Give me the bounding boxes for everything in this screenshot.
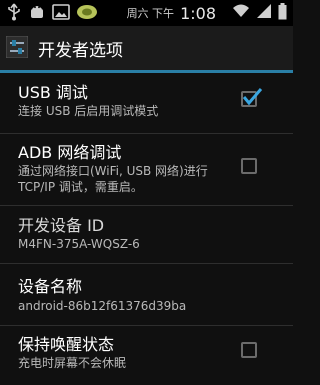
android-debug-icon — [28, 3, 46, 25]
setting-title: 设备名称 — [18, 277, 83, 296]
apps-icon — [76, 3, 98, 25]
setting-subtitle-line1: 通过网络接口(WiFi, USB 网络)进行 — [18, 164, 208, 178]
setting-subtitle-line2: TCP/IP 调试，需重启。 — [18, 180, 143, 194]
setting-title: 保持唤醒状态 — [18, 335, 115, 354]
setting-adb-network-debugging[interactable]: ADB 网络调试 通过网络接口(WiFi, USB 网络)进行 TCP/IP 调… — [0, 133, 293, 206]
setting-device-id[interactable]: 开发设备 ID M4FN-375A-WQSZ-6 — [0, 205, 293, 264]
status-clock-area: 周六 下午 1:08 — [126, 2, 287, 24]
signal-icon — [256, 3, 272, 23]
battery-icon — [278, 2, 287, 24]
setting-subtitle: android-86b12f61376d39ba — [18, 299, 187, 313]
adb-network-checkbox[interactable] — [241, 158, 257, 174]
setting-device-name[interactable]: 设备名称 android-86b12f61376d39ba — [0, 263, 293, 326]
usb-debugging-checkbox[interactable] — [241, 88, 263, 107]
usb-icon — [6, 3, 22, 25]
setting-stay-awake[interactable]: 保持唤醒状态 充电时屏幕不会休眠 — [0, 325, 293, 385]
stay-awake-checkbox[interactable] — [241, 342, 257, 358]
action-bar: 开发者选项 — [0, 26, 293, 73]
setting-title: ADB 网络调试 — [18, 143, 122, 162]
setting-subtitle: M4FN-375A-WQSZ-6 — [18, 237, 140, 251]
setting-subtitle: 充电时屏幕不会休眠 — [18, 356, 127, 370]
status-bar: 周六 下午 1:08 — [0, 0, 293, 26]
setting-title: 开发设备 ID — [18, 216, 105, 235]
page-title: 开发者选项 — [38, 41, 123, 61]
setting-title: USB 调试 — [18, 83, 88, 102]
checkmark-icon — [242, 88, 263, 106]
setting-usb-debugging[interactable]: USB 调试 连接 USB 后启用调试模式 — [0, 73, 293, 134]
image-icon — [52, 3, 70, 25]
status-date: 周六 下午 — [126, 7, 175, 20]
setting-subtitle: 连接 USB 后启用调试模式 — [18, 104, 159, 118]
status-time: 1:08 — [180, 3, 216, 23]
settings-sliders-icon[interactable] — [5, 35, 29, 59]
wifi-icon — [232, 3, 250, 23]
